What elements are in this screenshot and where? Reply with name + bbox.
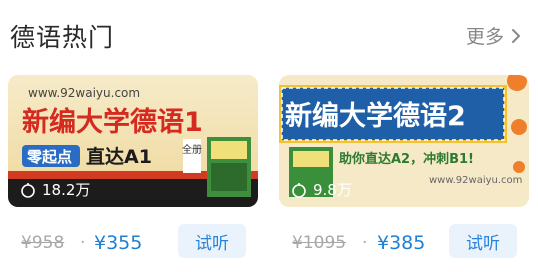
price-separator: · [362,233,368,253]
view-count-label: 9.8万 [313,181,352,199]
course-cover[interactable]: 新编大学德语2 助你直达A2，冲刺B1! www.92waiyu.com 9.8… [279,75,529,207]
cover-url: www.92waiyu.com [429,175,522,186]
course-card[interactable]: 新编大学德语2 助你直达A2，冲刺B1! www.92waiyu.com 9.8… [279,75,529,269]
course-cover[interactable]: www.92waiyu.com 新编大学德语1 零起点 直达A1 全册 18.2… [8,75,258,207]
cover-badge: 零起点 [26,148,72,166]
cover-tagline: 直达A1 [86,145,152,168]
original-price: ¥958 [21,233,65,253]
fire-icon [292,182,306,198]
cover-title: 新编大学德语2 [285,100,466,132]
course-card[interactable]: www.92waiyu.com 新编大学德语1 零起点 直达A1 全册 18.2… [8,75,258,269]
view-count: 18.2万 [20,179,90,200]
view-count-label: 18.2万 [42,181,91,199]
more-label: 更多 [465,26,504,48]
trial-button[interactable]: 试听 [178,224,246,258]
current-price: ¥355 [94,232,143,254]
fire-icon [21,182,35,198]
section-header: 德语热门 更多 [0,0,538,64]
original-price: ¥1095 [292,233,347,253]
cover-corner: 全册 [182,143,202,156]
cover-url: www.92waiyu.com [28,86,140,100]
current-price: ¥385 [377,232,426,254]
price-row: ¥958 · ¥355 试听 [8,219,258,269]
price-separator: · [80,233,86,253]
price-row: ¥1095 · ¥385 试听 [279,219,529,269]
chevron-right-icon [512,28,520,43]
cover-tagline: 助你直达A2，冲刺B1! [339,151,474,167]
cover-title: 新编大学德语1 [22,106,203,138]
trial-button[interactable]: 试听 [449,224,517,258]
section-title: 德语热门 [10,23,115,52]
more-link[interactable]: 更多 [466,22,524,49]
view-count: 9.8万 [291,179,352,200]
